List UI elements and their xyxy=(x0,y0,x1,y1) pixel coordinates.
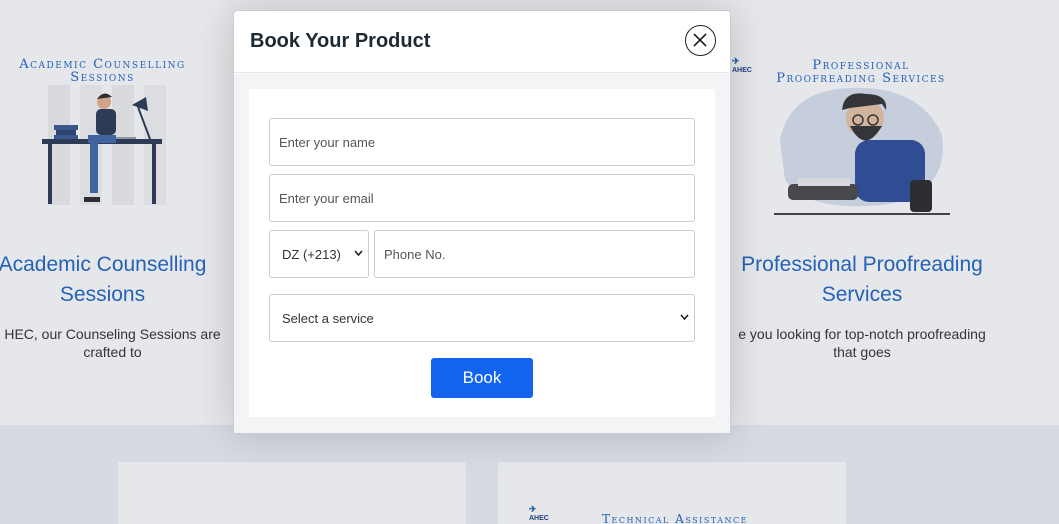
name-input[interactable] xyxy=(269,118,695,166)
book-button[interactable]: Book xyxy=(431,358,533,398)
modal-body: DZ (+213) Select a service Book xyxy=(234,74,730,433)
modal-title: Book Your Product xyxy=(250,30,431,52)
email-input[interactable] xyxy=(269,174,695,222)
phone-input[interactable] xyxy=(374,230,695,278)
modal-header: Book Your Product xyxy=(234,11,730,73)
country-code-select[interactable]: DZ (+213) xyxy=(269,230,369,278)
service-select[interactable]: Select a service xyxy=(269,294,695,342)
close-button[interactable] xyxy=(685,25,716,56)
booking-form: DZ (+213) Select a service Book xyxy=(249,89,715,417)
close-icon xyxy=(693,33,707,47)
book-product-modal: Book Your Product DZ (+213) Select a ser… xyxy=(233,10,731,434)
